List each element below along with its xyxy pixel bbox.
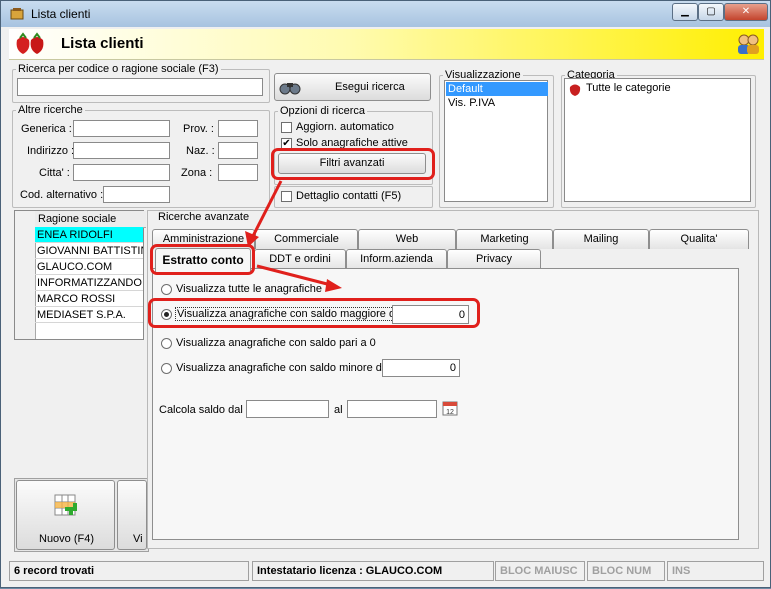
execute-search-button[interactable]: Esegui ricerca bbox=[274, 73, 431, 101]
minimize-icon: ▁ bbox=[681, 6, 689, 17]
table-row[interactable]: GLAUCO.COM bbox=[35, 259, 143, 275]
binoculars-icon bbox=[279, 83, 301, 95]
tab-web[interactable]: Web bbox=[358, 229, 456, 249]
maximize-icon: ▢ bbox=[706, 6, 716, 17]
auto-update-label: Aggiorn. automatico bbox=[296, 121, 394, 133]
svg-text:12: 12 bbox=[446, 409, 454, 416]
row-selector-column bbox=[15, 211, 36, 339]
num-lock-status: BLOC NUM bbox=[587, 561, 665, 581]
execute-search-label: Esegui ricerca bbox=[335, 81, 405, 93]
advanced-filters-highlight bbox=[271, 148, 435, 180]
strawberry-icon bbox=[569, 84, 581, 96]
view-button-label: Vi bbox=[133, 533, 143, 545]
saldo-maggiore-highlight bbox=[148, 298, 480, 328]
zona-input[interactable] bbox=[218, 164, 258, 181]
citta-input[interactable] bbox=[73, 164, 170, 181]
app-icon bbox=[10, 8, 24, 20]
generica-label: Generica : bbox=[21, 123, 72, 135]
code-search-input[interactable] bbox=[17, 78, 263, 96]
insert-status: INS bbox=[667, 561, 764, 581]
contact-detail-checkbox[interactable] bbox=[281, 191, 292, 202]
tab-marketing[interactable]: Marketing bbox=[456, 229, 553, 249]
auto-update-checkbox[interactable] bbox=[281, 122, 292, 133]
indirizzo-input[interactable] bbox=[73, 142, 170, 159]
calc-to-input[interactable] bbox=[347, 400, 437, 418]
table-row[interactable]: GIOVANNI BATTISTINI bbox=[35, 243, 143, 259]
calc-from-input[interactable] bbox=[246, 400, 329, 418]
maximize-button[interactable]: ▢ bbox=[698, 3, 724, 21]
title-bar: Lista clienti ▁ ▢ ✕ bbox=[1, 1, 770, 27]
tab-mailing[interactable]: Mailing bbox=[553, 229, 649, 249]
cod-alt-input[interactable] bbox=[103, 186, 170, 203]
opt-zero-radio[interactable] bbox=[161, 338, 172, 349]
minimize-button[interactable]: ▁ bbox=[672, 3, 698, 21]
main-window: Lista clienti ▁ ▢ ✕ Lista clienti Ricerc… bbox=[0, 0, 771, 588]
tab-commerciale[interactable]: Commerciale bbox=[255, 229, 358, 249]
strawberry-icon bbox=[16, 32, 44, 54]
table-row[interactable]: MEDIASET S.P.A. bbox=[35, 307, 143, 323]
license-status: Intestatario licenza : GLAUCO.COM bbox=[252, 561, 494, 581]
less-value-input[interactable] bbox=[382, 359, 460, 377]
calc-to-label: al bbox=[334, 404, 343, 416]
new-record-icon bbox=[54, 494, 77, 516]
advanced-search-legend: Ricerche avanzate bbox=[156, 211, 252, 223]
table-row[interactable]: MARCO ROSSI bbox=[35, 291, 143, 307]
cod-alt-label: Cod. alternativo : bbox=[20, 189, 104, 201]
opt-zero-label: Visualizza anagrafiche con saldo pari a … bbox=[176, 337, 376, 349]
naz-label: Naz. : bbox=[186, 145, 215, 157]
opt-less-label: Visualizza anagrafiche con saldo minore … bbox=[176, 362, 385, 374]
generica-input[interactable] bbox=[73, 120, 170, 137]
opt-all-label: Visualizza tutte le anagrafiche bbox=[176, 283, 322, 295]
table-row[interactable]: INFORMATIZZANDO S bbox=[35, 275, 143, 291]
prov-input[interactable] bbox=[218, 120, 258, 137]
users-icon[interactable] bbox=[735, 32, 761, 56]
opt-less-radio[interactable] bbox=[161, 363, 172, 374]
zona-label: Zona : bbox=[181, 167, 213, 179]
record-count-status: 6 record trovati bbox=[9, 561, 249, 581]
prov-label: Prov. : bbox=[183, 123, 214, 135]
window-title: Lista clienti bbox=[31, 7, 91, 21]
tab-inform-azienda[interactable]: Inform.azienda bbox=[346, 249, 447, 269]
opt-all-radio[interactable] bbox=[161, 284, 172, 295]
view-list[interactable]: Default Vis. P.IVA bbox=[444, 80, 548, 202]
tab-ddt-ordini[interactable]: DDT e ordini bbox=[254, 249, 346, 269]
naz-input[interactable] bbox=[218, 142, 258, 159]
header-banner: Lista clienti bbox=[9, 29, 764, 60]
citta-label: Citta' : bbox=[39, 167, 70, 179]
calendar-icon[interactable]: 12 bbox=[442, 400, 458, 416]
table-row[interactable]: ENEA RIDOLFI bbox=[35, 227, 143, 243]
view-item[interactable]: Default bbox=[446, 82, 548, 96]
category-item[interactable]: Tutte le categorie bbox=[586, 82, 671, 94]
page-title: Lista clienti bbox=[61, 35, 144, 52]
estratto-conto-highlight bbox=[150, 244, 255, 275]
contact-detail-label: Dettaglio contatti (F5) bbox=[296, 190, 402, 202]
column-header-ragione-sociale[interactable]: Ragione sociale bbox=[35, 211, 146, 228]
new-button[interactable]: Nuovo (F4) bbox=[16, 480, 115, 550]
view-item[interactable]: Vis. P.IVA bbox=[446, 96, 548, 110]
calc-from-label: Calcola saldo dal bbox=[159, 404, 243, 416]
tab-privacy[interactable]: Privacy bbox=[447, 249, 541, 269]
view-button[interactable]: Vi bbox=[117, 480, 147, 550]
caps-lock-status: BLOC MAIUSC bbox=[495, 561, 585, 581]
search-options-legend: Opzioni di ricerca bbox=[280, 105, 365, 117]
new-button-label: Nuovo (F4) bbox=[39, 533, 95, 545]
close-button[interactable]: ✕ bbox=[724, 3, 768, 21]
close-icon: ✕ bbox=[741, 6, 751, 17]
other-searches-legend: Altre ricerche bbox=[18, 104, 83, 116]
code-search-legend: Ricerca per codice o ragione sociale (F3… bbox=[18, 63, 219, 75]
indirizzo-label: Indirizzo : bbox=[27, 145, 75, 157]
category-list[interactable]: Tutte le categorie bbox=[564, 78, 751, 202]
tab-qualita[interactable]: Qualita' bbox=[649, 229, 749, 249]
